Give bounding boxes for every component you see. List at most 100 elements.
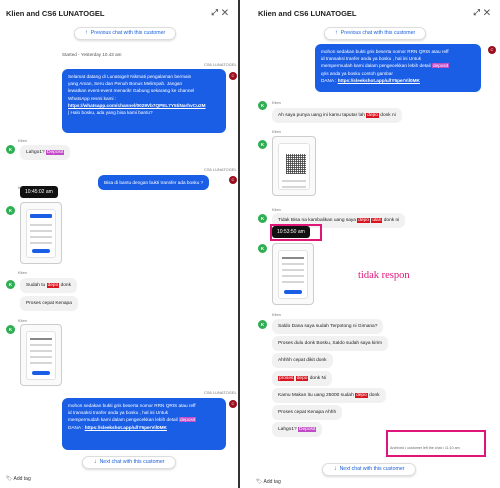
agent-label: CS6 LUNATOGEL [204, 390, 237, 395]
add-tag-label: Add tag [13, 476, 31, 482]
message-text: Sudah tu [26, 283, 46, 288]
avatar: K [258, 214, 267, 223]
message-client: Proses cepat Kenapa [20, 296, 78, 311]
highlighted-word: depo [357, 218, 370, 223]
chat-header: Klien and CS6 LUNATOGEL ⤢✕ [240, 0, 500, 26]
message-text: donk [369, 393, 380, 398]
highlighted-word: proses [278, 376, 295, 381]
message-text: Lahgo1? [26, 150, 45, 155]
client-label: Klien [18, 318, 27, 323]
message-text: donk [60, 283, 71, 288]
client-label: Klien [18, 270, 27, 275]
chat-header: Klien and CS6 LUNATOGEL ⤢✕ [0, 0, 238, 26]
whatsapp-channel-link[interactable]: https://whatsapp.com/channel/0029Vb7QPEL… [68, 103, 206, 108]
add-tag-button[interactable]: 🏷 Add tag [6, 476, 31, 482]
message-agent: mohon sedakan bukti gris beserta nomor R… [315, 44, 481, 92]
highlighted-word: ulan [371, 218, 383, 223]
next-chat-button[interactable]: ↓ Next chat with this customer [82, 456, 176, 469]
previous-chat-button[interactable]: ↑ Previous chat with this customer [74, 27, 176, 40]
message-client: Ah saya punya uang ini kamu taputar lah … [272, 108, 402, 123]
previous-chat-label: Previous chat with this customer [90, 30, 166, 36]
screenshot-attachment[interactable] [20, 324, 62, 386]
avatar: C [229, 72, 237, 80]
client-label: Klien [272, 100, 281, 105]
avatar: K [258, 244, 267, 253]
message-text: donk ni [383, 218, 400, 223]
arrow-up-icon: ↑ [84, 30, 88, 36]
message-client: Sudah tu depo donk [20, 278, 77, 293]
avatar: K [6, 325, 15, 334]
highlighted-word: depo [295, 376, 309, 381]
message-client: Lahgo1? Deposit [272, 422, 323, 437]
avatar: K [6, 145, 15, 154]
message-line: mempermudah kami dalam pengecekkan lebih… [321, 63, 431, 69]
annotation-text: tidak respon [358, 270, 410, 281]
screenshot-attachment[interactable] [20, 202, 62, 264]
next-chat-label: Next chat with this customer [339, 466, 405, 472]
previous-chat-label: Previous chat with this customer [340, 30, 416, 36]
add-tag-button[interactable]: 🏷 Add tag [256, 479, 281, 485]
message-client: Lahgo1? Deposit [20, 145, 71, 160]
message-text: DANA : [68, 424, 84, 430]
header-icons: ⤢✕ [211, 8, 232, 18]
avatar: K [258, 101, 267, 110]
sleekshot-link[interactable]: https://sleekshot.app/u/lY5perVil0MK [85, 425, 167, 430]
message-client: Proses cepat Kenapa Ahhh [272, 405, 343, 420]
agent-label: CS6 LUNATOGEL [204, 167, 237, 172]
client-label: Klien [18, 138, 27, 143]
message-client: proses depo donk Ni [272, 371, 333, 386]
previous-chat-button[interactable]: ↑ Previous chat with this customer [324, 27, 426, 40]
message-line: lewatkan event-event menarik! Gabung sek… [68, 88, 195, 94]
message-agent: mohon sedakan bukti gris beserta nomor R… [62, 398, 226, 450]
arrow-down-icon: ↓ [333, 466, 337, 472]
avatar: C [229, 176, 237, 184]
message-agent: Bisa di bantu dengan bukti transfer ada … [98, 175, 210, 191]
timestamp-tooltip: 10:45:02 am [20, 186, 58, 198]
message-line: WhatsApp resmi kami : [68, 95, 117, 101]
message-line: id transaksi tranfer anda ya bosku , hal… [68, 410, 169, 416]
client-label: Klien [272, 129, 281, 134]
message-line: mempermudah kami dalam pengecekkan lebih… [68, 417, 178, 423]
highlighted-word: deposit [179, 417, 197, 423]
highlighted-word: depo [366, 113, 379, 118]
chat-pane-left: Klien and CS6 LUNATOGEL ⤢✕ ↑ Previous cha… [0, 0, 238, 488]
message-line: mohon sedakan bukti gris beserta nomor R… [321, 49, 449, 54]
screenshot-attachment[interactable] [272, 243, 314, 305]
highlighted-word: Deposit [46, 150, 65, 155]
header-icons: ⤢✕ [473, 8, 494, 18]
qr-screenshot-attachment[interactable] [272, 136, 316, 196]
avatar: C [488, 46, 496, 54]
chat-title: Klien and CS6 LUNATOGEL [6, 9, 105, 18]
arrow-up-icon: ↑ [334, 30, 338, 36]
message-client: Saldo Dana saya sudah Terpotong ni Giman… [272, 319, 384, 334]
tag-icon: 🏷 [6, 476, 13, 482]
message-client: Ahhhh cepat dikit donk [272, 353, 333, 368]
message-line: mohon sedakan bukti gris beserta nomor R… [68, 403, 196, 408]
client-label: Klien [272, 312, 281, 317]
tag-icon: 🏷 [256, 479, 263, 485]
expand-icon[interactable]: ⤢ [473, 8, 483, 17]
message-client: Kamu Makan itu uang 25000 sudah depo don… [272, 388, 386, 403]
avatar: K [6, 280, 15, 289]
timestamp-tooltip: 10:53:50 am [272, 226, 310, 238]
message-line: | Halo bosku, ada yang bisa kami bantu? [68, 110, 153, 116]
highlighted-word: depo [46, 283, 60, 288]
close-icon[interactable]: ✕ [222, 8, 232, 17]
message-text: Lahgo1? [278, 427, 297, 432]
expand-icon[interactable]: ⤢ [211, 8, 221, 17]
close-icon[interactable]: ✕ [484, 8, 494, 17]
message-text: Tidak Bisa na kambalikan uang saya [278, 218, 356, 223]
avatar: K [6, 206, 15, 215]
next-chat-button[interactable]: ↓ Next chat with this customer [322, 463, 416, 476]
message-client: Proses dulu donk Bosku, Saldo sudah saya… [272, 336, 388, 351]
highlighted-word: deposit [432, 63, 450, 69]
highlighted-word: depo [355, 393, 368, 398]
chat-pane-right: Klien and CS6 LUNATOGEL ⤢✕ ↑ Previous cha… [238, 0, 500, 488]
chat-title: Klien and CS6 LUNATOGEL [258, 9, 357, 18]
arrow-down-icon: ↓ [93, 459, 97, 465]
annotation-box [386, 430, 486, 457]
sleekshot-link[interactable]: https://sleekshot.app/u/lY5perVil0MK [338, 78, 420, 83]
message-agent: Selamat datang di Lunatogel! Nikmati pen… [62, 69, 226, 133]
message-line: id transaksi tranfer anda ya bosku , hal… [321, 56, 422, 62]
avatar: K [258, 140, 267, 149]
